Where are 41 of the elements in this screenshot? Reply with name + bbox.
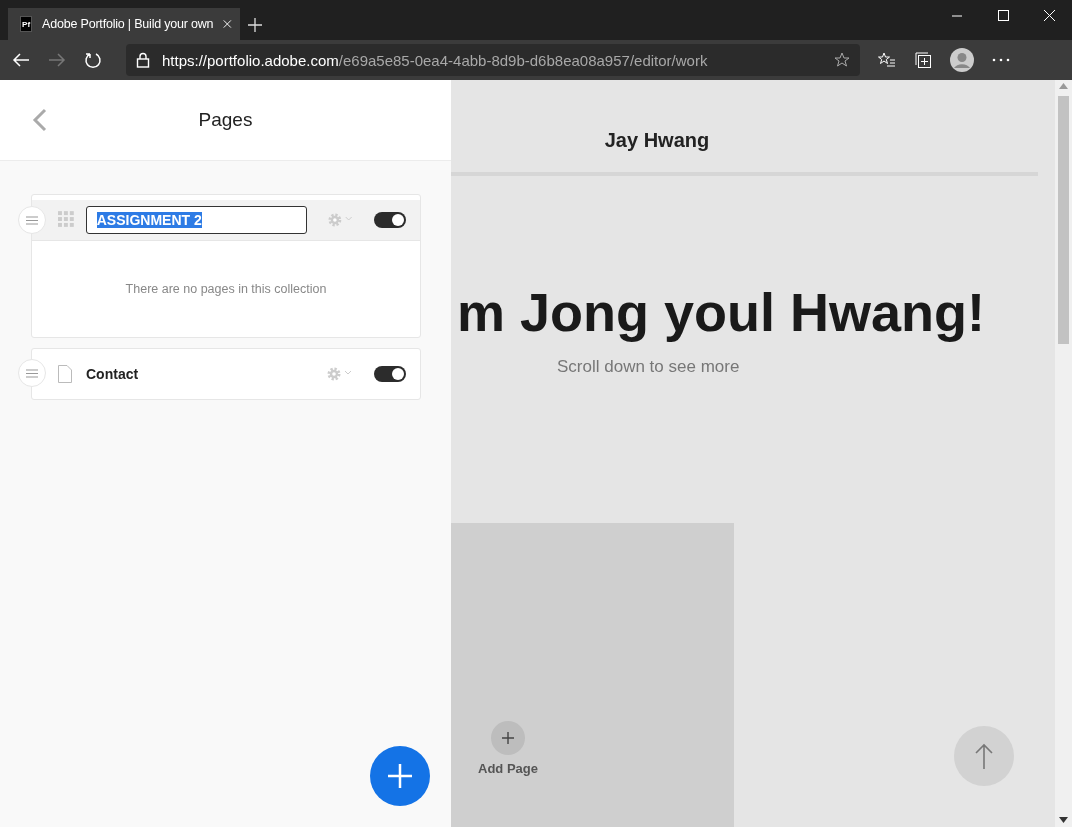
- plus-icon: [502, 732, 514, 744]
- more-icon[interactable]: [992, 58, 1010, 62]
- favorites-icon[interactable]: [878, 52, 896, 68]
- scroll-up-icon[interactable]: [1059, 83, 1068, 89]
- menu-icon[interactable]: [26, 215, 38, 225]
- drag-handle[interactable]: [18, 206, 46, 234]
- add-button[interactable]: [370, 746, 430, 806]
- address-bar[interactable]: https://portfolio.adobe.com/e69a5e85-0ea4-4abb-8d9b-d6b8ea08a957/editor/work: [126, 44, 860, 76]
- star-icon[interactable]: [834, 52, 850, 68]
- collections-icon[interactable]: [914, 51, 932, 69]
- scrollbar[interactable]: [1055, 80, 1072, 827]
- refresh-icon[interactable]: [84, 51, 102, 69]
- browser-tab[interactable]: Pf Adobe Portfolio | Build your own: [8, 8, 240, 40]
- gear-icon[interactable]: [326, 366, 352, 382]
- close-icon[interactable]: [223, 18, 232, 30]
- scrollbar-thumb[interactable]: [1058, 96, 1069, 344]
- panel-title: Pages: [198, 109, 253, 131]
- empty-message: There are no pages in this collection: [32, 240, 420, 337]
- forward-icon[interactable]: [48, 52, 66, 68]
- menu-icon[interactable]: [26, 368, 38, 378]
- arrow-up-icon: [975, 743, 993, 769]
- hero-subtitle: Scroll down to see more: [557, 357, 741, 377]
- name-field[interactable]: ASSIGNMENT 2: [85, 206, 307, 234]
- site-title: Jay Hwang: [603, 129, 711, 152]
- drag-handle[interactable]: [18, 359, 46, 387]
- new-tab-icon[interactable]: [248, 18, 262, 32]
- visibility-toggle[interactable]: [374, 366, 406, 382]
- scroll-down-icon[interactable]: [1059, 817, 1068, 823]
- tab-title: Adobe Portfolio | Build your own: [42, 17, 214, 31]
- back-icon[interactable]: [12, 52, 30, 68]
- gear-icon[interactable]: [326, 212, 353, 228]
- plus-icon: [388, 764, 412, 788]
- site-favicon: Pf: [20, 16, 33, 32]
- lock-icon: [136, 52, 150, 68]
- add-page-button[interactable]: Add Page: [478, 721, 538, 776]
- url-text: https://portfolio.adobe.com/e69a5e85-0ea4-4abb-8d9b-d6b8ea08a957/editor/work: [162, 51, 709, 69]
- page-name[interactable]: Contact: [86, 366, 139, 382]
- visibility-toggle[interactable]: [374, 212, 406, 228]
- profile-icon[interactable]: [950, 48, 974, 72]
- page-icon: [58, 365, 72, 383]
- grid-icon[interactable]: [58, 211, 76, 229]
